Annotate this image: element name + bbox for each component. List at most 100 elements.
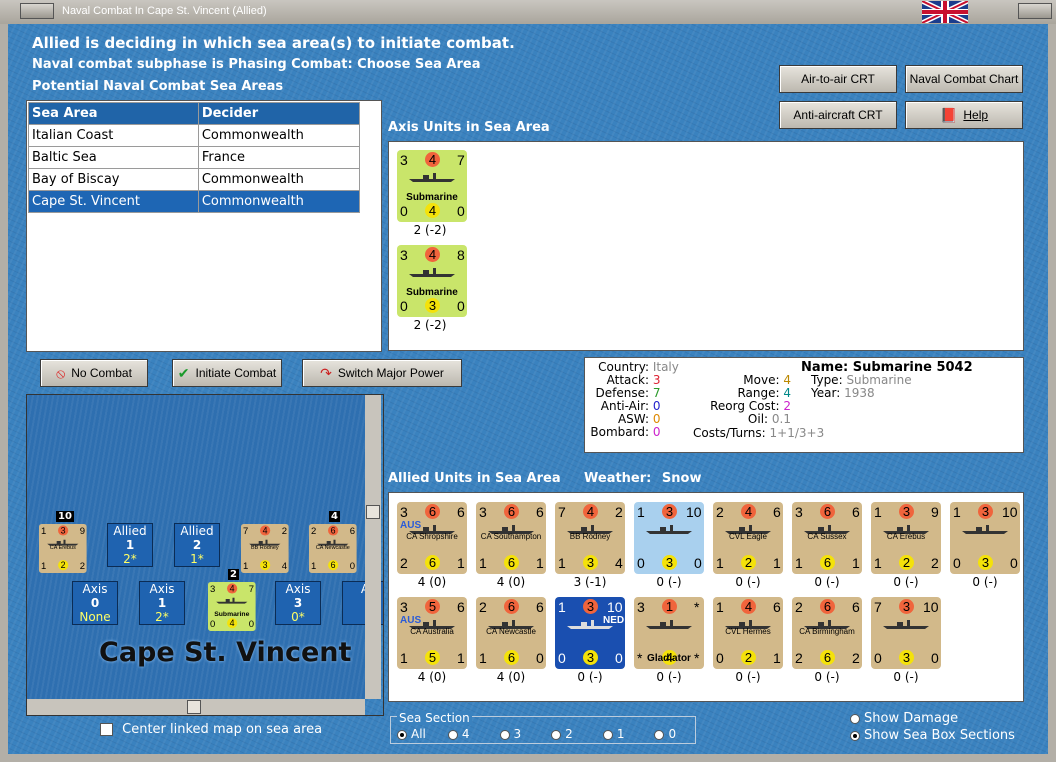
counter-bottom-left: 1	[400, 650, 408, 666]
stack-count-badge: 2	[228, 569, 239, 580]
vertical-scroll-thumb[interactable]	[366, 505, 380, 519]
close-window-button[interactable]	[1018, 3, 1052, 19]
box-number: 2	[192, 538, 202, 552]
switch-major-power-button[interactable]: ↷ Switch Major Power	[302, 359, 462, 387]
sea-section-option[interactable]: 3	[499, 727, 521, 741]
sea-section-radio[interactable]	[602, 729, 613, 740]
oil-value: 0.1	[771, 412, 791, 426]
unit-counter[interactable]: 3 5 6 1 5 1 CA Australia AUS	[397, 597, 467, 669]
sea-area-cell: Baltic Sea	[28, 146, 199, 169]
counter-bottom-right: 1	[457, 555, 465, 571]
unit-counter[interactable]: 7 3 10 0 3 0	[871, 597, 941, 669]
sea-section-option[interactable]: 1	[602, 727, 625, 741]
map-vertical-scrollbar[interactable]	[365, 395, 381, 699]
sea-map-view[interactable]: 1 3 9 1 2 2 CA Erebus 7 4 2 1 3 4 BB Rodney 2 6 6 1 6 0 CA N…	[26, 394, 384, 716]
naval-combat-chart-button[interactable]: Naval Combat Chart	[905, 65, 1023, 93]
sea-section-label-text: 1	[616, 727, 625, 741]
counter-strength-label: 4 (0)	[417, 670, 447, 684]
show-sections-radio[interactable]	[850, 730, 860, 741]
unit-counter[interactable]: 2 6 6 2 6 2 CA Birmingham	[792, 597, 862, 669]
sea-section-radio[interactable]	[499, 729, 510, 740]
unit-counter[interactable]: 3 4 7 0 4 0 Submarine	[208, 582, 256, 631]
sea-section-radio[interactable]	[447, 729, 458, 740]
col-decider[interactable]: Decider	[197, 102, 361, 125]
counter-top-right: *	[694, 599, 700, 615]
show-damage-option[interactable]: Show Damage	[850, 711, 958, 726]
counter-top-left: 3	[400, 152, 408, 168]
unit-counter[interactable]: 1 3 10 0 3 0	[634, 502, 704, 574]
ship-silhouette-icon	[488, 522, 534, 534]
sea-area-row[interactable]: Bay of Biscay Commonwealth	[28, 168, 361, 191]
help-button[interactable]: 📕 Help	[905, 101, 1023, 129]
ship-silhouette-icon	[409, 170, 455, 182]
unit-counter[interactable]: 1 3 10 0 3 0 NED	[555, 597, 625, 669]
air-to-air-crt-button[interactable]: Air-to-air CRT	[779, 65, 897, 93]
col-sea-area[interactable]: Sea Area	[28, 102, 199, 125]
counter-top-right: 7	[248, 583, 255, 595]
counter-bottom-left: 1	[479, 650, 487, 666]
sea-section-option[interactable]: 2	[551, 727, 573, 741]
sea-section-option[interactable]: All	[397, 727, 426, 741]
unit-counter[interactable]: 7 4 2 1 3 4 BB Rodney	[555, 502, 625, 574]
counter-strength-label: 2 (-2)	[413, 318, 447, 332]
range-key: Range:	[737, 386, 780, 400]
counter-unit-name: Submarine	[214, 610, 250, 619]
unit-counter[interactable]: 1 3 9 1 2 2 CA Erebus	[871, 502, 941, 574]
counter-strength-label: 0 (-)	[893, 575, 919, 589]
unit-counter[interactable]: 2 6 6 1 6 0 CA Newcastle	[309, 524, 357, 573]
center-linked-option[interactable]: Center linked map on sea area	[100, 722, 322, 737]
unit-counter[interactable]: 3 6 6 1 6 1 CA Southampton	[476, 502, 546, 574]
reorg-key: Reorg Cost:	[710, 399, 780, 413]
sea-section-radio[interactable]	[654, 729, 665, 740]
sea-section-radio[interactable]	[551, 729, 562, 740]
unit-counter[interactable]: 1 3 10 0 3 0	[950, 502, 1020, 574]
counter-strength-label: 3 (-1)	[573, 575, 607, 589]
counter-attack-circle: 6	[820, 599, 835, 614]
box-number: 1	[157, 596, 167, 610]
allied-sea-box[interactable]: Allied 1 2*	[107, 523, 153, 567]
axis-sea-box[interactable]: Axis 0 None	[72, 581, 118, 625]
counter-top-left: 1	[953, 504, 961, 520]
window-title: Naval Combat In Cape St. Vincent (Allied…	[62, 5, 267, 17]
sea-section-option[interactable]: 0	[654, 727, 676, 741]
counter-top-left: 7	[558, 504, 566, 520]
counter-bottom-left: 2	[795, 650, 803, 666]
unit-counter[interactable]: 2 6 6 1 6 0 CA Newcastle	[476, 597, 546, 669]
counter-top-right: 10	[1002, 504, 1018, 520]
show-damage-radio[interactable]	[850, 713, 860, 724]
sea-area-row-selected[interactable]: Cape St. Vincent Commonwealth	[28, 190, 361, 213]
sea-area-row[interactable]: Italian Coast Commonwealth	[28, 124, 361, 147]
axis-sea-box[interactable]: Axis 1 2*	[139, 581, 185, 625]
unit-counter[interactable]: 1 4 6 0 2 1 CVL Hermes	[713, 597, 783, 669]
counter-top-right: 8	[457, 247, 465, 263]
box-number: 3	[293, 596, 303, 610]
anti-aircraft-crt-button[interactable]: Anti-aircraft CRT	[779, 101, 897, 129]
unit-counter[interactable]: 3 4 7 0 4 0 Submarine	[397, 150, 467, 222]
center-linked-checkbox[interactable]	[100, 723, 113, 736]
sea-area-row[interactable]: Baltic Sea France	[28, 146, 361, 169]
unit-counter[interactable]: 7 4 2 1 3 4 BB Rodney	[241, 524, 289, 573]
box-label: Allied	[180, 524, 214, 538]
unit-counter[interactable]: 3 1 * * 4 * Gladiator	[634, 597, 704, 669]
weather-value: Snow	[661, 471, 702, 486]
unit-counter[interactable]: 3 6 6 1 6 1 CA Sussex	[792, 502, 862, 574]
sea-section-radio[interactable]	[397, 729, 407, 740]
counter-defense-circle: 2	[741, 650, 756, 665]
horizontal-scroll-thumb[interactable]	[187, 700, 201, 714]
unit-counter[interactable]: 1 3 9 1 2 2 CA Erebus	[39, 524, 87, 573]
no-combat-button[interactable]: ⦸ No Combat	[40, 359, 148, 387]
show-sections-option[interactable]: Show Sea Box Sections	[850, 728, 1015, 743]
axis-sea-box[interactable]: Axis 3 0*	[275, 581, 321, 625]
counter-unit-name: Submarine	[406, 287, 458, 298]
unit-counter[interactable]: 3 6 6 2 6 1 CA Shropshire AUS	[397, 502, 467, 574]
map-horizontal-scrollbar[interactable]	[27, 699, 365, 715]
unit-counter[interactable]: 2 4 6 1 2 1 CVL Eagle	[713, 502, 783, 574]
initiate-combat-button[interactable]: ✔ Initiate Combat	[172, 359, 282, 387]
counter-bottom-left: 0	[953, 555, 961, 571]
sea-section-option[interactable]: 4	[447, 727, 470, 741]
unit-counter[interactable]: 3 4 8 0 3 0 Submarine	[397, 245, 467, 317]
window-menu-button[interactable]	[20, 3, 54, 19]
allied-sea-box[interactable]: Allied 2 1*	[174, 523, 220, 567]
counter-bottom-right: 0	[536, 650, 544, 666]
defense-value: 7	[652, 386, 661, 400]
